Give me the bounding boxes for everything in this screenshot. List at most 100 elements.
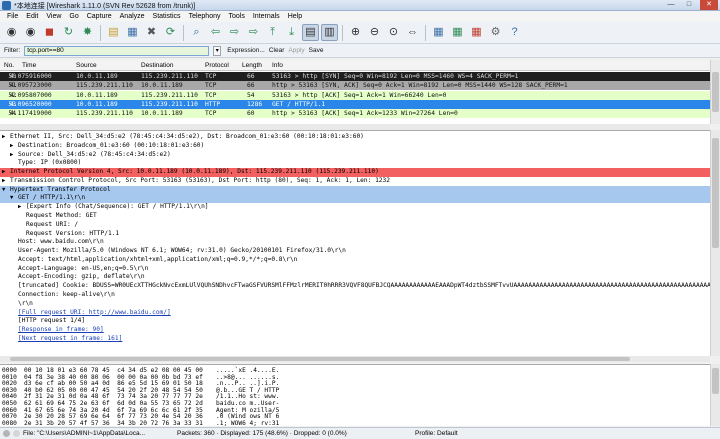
detail-row[interactable]: ▼ GET / HTTP/1.1\r\n [0,194,710,203]
detail-row[interactable]: [truncated] Cookie: BDUSS=WR0UEcXTTHGckN… [0,282,710,291]
menu-telephony[interactable]: Telephony [185,11,225,22]
zoom-in-icon[interactable]: ⊕ [347,24,364,41]
menu-capture[interactable]: Capture [83,11,116,22]
column-length[interactable]: Length [242,62,262,69]
collapsed-arrow-icon[interactable]: ▶ [2,133,5,142]
detail-row[interactable]: ▶ Internet Protocol Version 4, Src: 10.0.… [0,168,710,177]
capture-filters-icon[interactable]: ▦ [430,24,447,41]
last-packet-icon[interactable]: ⤓ [283,24,300,41]
detail-row[interactable]: ▶ Ethernet II, Src: Dell_34:d5:e2 (78:45:… [0,133,710,142]
menu-view[interactable]: View [42,11,65,22]
start-capture-icon[interactable]: ✸ [79,24,96,41]
preferences-icon[interactable]: ⚙ [487,24,504,41]
reload-icon[interactable]: ⟳ [162,24,179,41]
column-time[interactable]: Time [22,62,36,69]
coloring-rules-icon[interactable]: ▦ [468,24,485,41]
go-to-packet-icon[interactable]: ⇨ [245,24,262,41]
menu-go[interactable]: Go [65,11,82,22]
open-file-icon[interactable]: ▤ [105,24,122,41]
detail-row[interactable]: Accept-Language: en-US,en;q=0.5\r\n [0,264,710,274]
detail-link[interactable]: [Response in frame: 90] [18,326,104,335]
detail-row[interactable]: ▶ Destination: Broadcom_01:e3:60 (00:10:1… [0,141,710,151]
scrollbar-thumb[interactable] [712,368,719,394]
menu-help[interactable]: Help [284,11,306,22]
detail-link[interactable]: [Full request URI: http://www.baidu.com/… [18,309,171,318]
collapsed-arrow-icon[interactable]: ▶ [2,177,5,186]
packet-row[interactable]: 52 4.095807000 10.0.11.189 115.239.211.110 T… [0,90,710,100]
packet-row[interactable]: 53 4.096520000 10.0.11.189 115.239.211.110 H… [0,99,710,109]
detail-row[interactable]: Request URI: / [0,220,710,230]
clear-button[interactable]: Clear [269,47,285,54]
expert-info-icon[interactable] [3,430,10,437]
column-source[interactable]: Source [76,62,97,69]
expression-button[interactable]: Expression... [227,47,265,54]
detail-row[interactable]: Host: www.baidu.com\r\n [0,238,710,247]
scrollbar-thumb[interactable] [10,357,630,361]
autoscroll-icon[interactable]: ▥ [321,24,338,41]
options-icon[interactable]: ◉ [22,24,39,41]
display-filters-icon[interactable]: ▦ [449,24,466,41]
stop-capture-icon[interactable]: ◼ [41,24,58,41]
detail-row[interactable]: [Next request in frame: 161] [0,334,710,344]
menu-tools[interactable]: Tools [224,11,248,22]
normal-size-icon[interactable]: ⊙ [385,24,402,41]
save-file-icon[interactable]: ▦ [124,24,141,41]
zoom-out-icon[interactable]: ⊖ [366,24,383,41]
bytes-scrollbar[interactable] [710,364,720,426]
detail-row[interactable]: ▶ Source: Dell_34:d5:e2 (78:45:c4:34:d5:e… [0,150,710,160]
capture-comment-icon[interactable] [13,430,20,437]
scrollbar-thumb[interactable] [712,138,719,248]
menu-internals[interactable]: Internals [249,11,284,22]
column-no[interactable]: No. [4,62,14,69]
detail-row[interactable]: Request Version: HTTP/1.1 [0,229,710,239]
close-button[interactable]: ✕ [700,0,718,10]
detail-row[interactable]: Type: IP (0x0800) [0,159,710,168]
detail-row[interactable]: [HTTP request 1/4] [0,317,710,326]
detail-row[interactable]: Accept: text/html,application/xhtml+xml,… [0,255,710,265]
detail-row[interactable]: ▶ Transmission Control Protocol, Src Port… [0,176,710,186]
restart-capture-icon[interactable]: ↻ [60,24,77,41]
detail-row[interactable]: Accept-Encoding: gzip, deflate\r\n [0,273,710,282]
scrollbar-thumb[interactable] [712,72,719,112]
save-filter-button[interactable]: Save [309,47,324,54]
collapsed-arrow-icon[interactable]: ▶ [2,168,5,177]
go-forward-icon[interactable]: ⇨ [226,24,243,41]
detail-link[interactable]: [Next request in frame: 161] [18,335,122,344]
menu-file[interactable]: File [3,11,22,22]
colorize-icon[interactable]: ▤ [302,24,319,41]
collapsed-arrow-icon[interactable]: ▶ [10,142,13,151]
help-icon[interactable]: ? [506,24,523,41]
detail-row[interactable]: [Response in frame: 90] [0,326,710,335]
collapsed-arrow-icon[interactable]: ▶ [18,203,21,212]
maximize-button[interactable]: □ [680,0,698,10]
column-info[interactable]: Info [272,62,283,69]
menu-edit[interactable]: Edit [22,11,42,22]
detail-row[interactable]: User-Agent: Mozilla/5.0 (Windows NT 6.1;… [0,247,710,256]
detail-row[interactable]: [Full request URI: http://www.baidu.com/… [0,308,710,318]
detail-row[interactable]: ▼ Hypertext Transfer Protocol [0,185,710,195]
close-file-icon[interactable]: ✖ [143,24,160,41]
filter-dropdown-icon[interactable]: ▾ [213,45,222,56]
minimize-button[interactable]: — [662,0,680,10]
status-profile[interactable]: Profile: Default [415,430,458,437]
interfaces-icon[interactable]: ◉ [3,24,20,41]
expanded-arrow-icon[interactable]: ▼ [2,186,5,195]
menu-analyze[interactable]: Analyze [116,11,149,22]
expanded-arrow-icon[interactable]: ▼ [10,194,13,203]
resize-columns-icon[interactable]: ⇔ [404,24,421,41]
packet-row[interactable]: 50 4.075916000 10.0.11.189 115.239.211.110 T… [0,72,710,81]
column-protocol[interactable]: Protocol [205,62,229,69]
collapsed-arrow-icon[interactable]: ▶ [10,151,13,160]
column-destination[interactable]: Destination [141,62,174,69]
packet-row[interactable]: 54 4.117419000 115.239.211.110 10.0.11.189 T… [0,109,710,119]
packet-list-scrollbar[interactable] [710,60,720,124]
find-packet-icon[interactable]: ⌕ [188,24,205,41]
detail-row[interactable]: Connection: keep-alive\r\n [0,291,710,300]
details-hscrollbar[interactable] [0,356,710,362]
detail-row[interactable]: \r\n [0,299,710,309]
first-packet-icon[interactable]: ⤒ [264,24,281,41]
apply-button[interactable]: Apply [288,47,304,54]
detail-row[interactable]: Request Method: GET [0,212,710,221]
packet-row[interactable]: 51 4.095723000 115.239.211.110 10.0.11.189 T… [0,81,710,91]
details-scrollbar[interactable] [710,130,720,356]
